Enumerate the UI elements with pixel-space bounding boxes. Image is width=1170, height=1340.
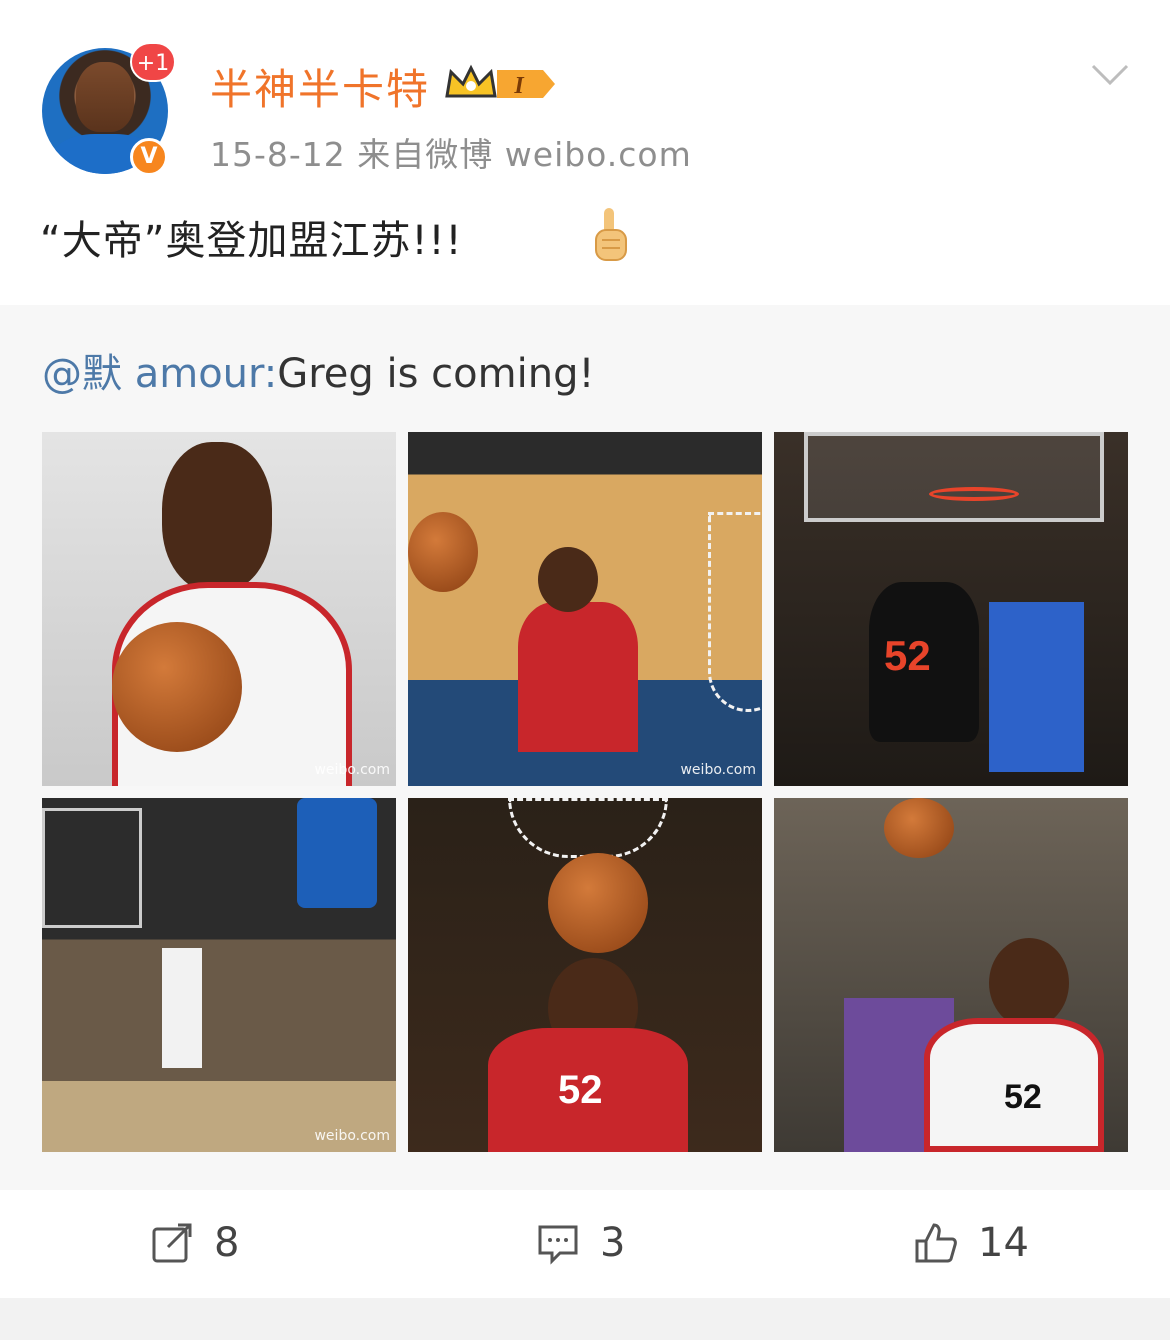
repost-button[interactable]: 8 <box>150 1218 239 1268</box>
action-bar: 8 3 14 <box>0 1190 1170 1298</box>
member-level: I <box>513 73 525 99</box>
mention-link[interactable]: @默 amour: <box>42 351 277 397</box>
stanchion <box>989 602 1084 772</box>
hoop-rim <box>929 487 1019 501</box>
crown-icon[interactable]: I <box>443 62 561 106</box>
post-text: “大帝”奥登加盟江苏!!! <box>40 218 463 264</box>
photo-watermark: weibo.com <box>680 762 756 778</box>
thumbs-up-icon <box>915 1223 957 1263</box>
jersey-number: 52 <box>884 632 931 679</box>
bottom-divider <box>0 1298 1170 1340</box>
backboard <box>804 432 1104 522</box>
scoreboard <box>297 798 377 908</box>
backboard <box>42 808 142 928</box>
notification-badge: +1 <box>130 42 176 82</box>
comment-count: 3 <box>600 1220 626 1266</box>
photo-3[interactable]: 52 <box>774 432 1128 786</box>
basketball <box>408 512 478 592</box>
photo-6[interactable]: 52 <box>774 798 1128 1152</box>
photo-grid: weibo.com weibo.com 52 weibo.com 52 52 <box>42 432 1128 1152</box>
photo-1[interactable]: weibo.com <box>42 432 396 786</box>
player-head <box>989 938 1069 1028</box>
basketball <box>884 798 954 858</box>
username[interactable]: 半神半卡特 <box>210 56 430 117</box>
like-count: 14 <box>978 1220 1029 1266</box>
jersey-number: 52 <box>1004 1078 1042 1116</box>
player-jersey <box>518 602 638 752</box>
repost-body: Greg is coming! <box>277 351 595 397</box>
photo-2[interactable]: weibo.com <box>408 432 762 786</box>
post-header: +1 V 半神半卡特 I 15-8-12 来自微博 weibo.com <box>0 0 1170 190</box>
photo-4[interactable]: weibo.com <box>42 798 396 1152</box>
thumbs-up-icon <box>595 208 627 261</box>
repost-box[interactable]: @默 amour:Greg is coming! weibo.com weibo… <box>0 305 1170 1190</box>
comment-icon <box>538 1225 578 1265</box>
photo-watermark: weibo.com <box>314 762 390 778</box>
basketball <box>548 853 648 953</box>
basketball-net <box>708 512 762 712</box>
comment-button[interactable]: 3 <box>536 1218 625 1268</box>
repost-count: 8 <box>214 1220 240 1266</box>
like-button[interactable]: 14 <box>914 1218 1029 1268</box>
player-figure <box>162 948 202 1068</box>
repost-text: @默 amour:Greg is coming! <box>42 341 595 399</box>
chevron-down-icon[interactable] <box>1090 62 1130 88</box>
photo-5[interactable]: 52 <box>408 798 762 1152</box>
post-meta: 15-8-12 来自微博 weibo.com <box>210 135 692 174</box>
player-head <box>538 547 598 612</box>
photo-watermark: weibo.com <box>314 1128 390 1144</box>
verified-badge: V <box>130 138 168 176</box>
basketball-net <box>508 798 668 858</box>
repost-icon <box>152 1223 192 1263</box>
player-head <box>162 442 272 592</box>
jersey-number: 52 <box>558 1068 603 1112</box>
avatar-face <box>76 62 134 132</box>
basketball <box>112 622 242 752</box>
